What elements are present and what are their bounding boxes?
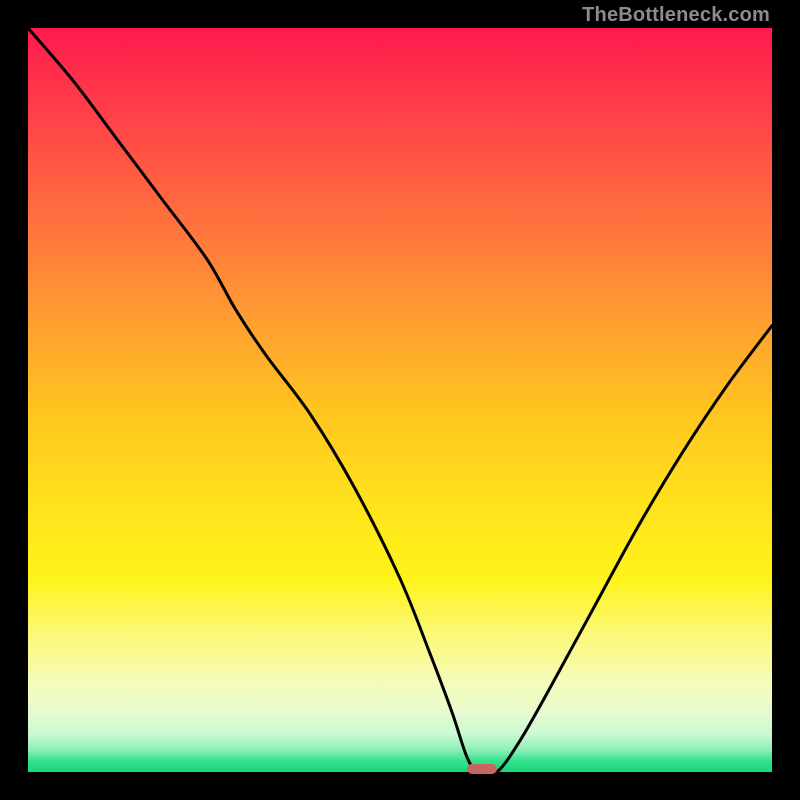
chart-frame: TheBottleneck.com <box>0 0 800 800</box>
bottleneck-curve <box>28 28 772 772</box>
optimal-marker <box>467 764 497 774</box>
watermark-text: TheBottleneck.com <box>582 4 770 27</box>
